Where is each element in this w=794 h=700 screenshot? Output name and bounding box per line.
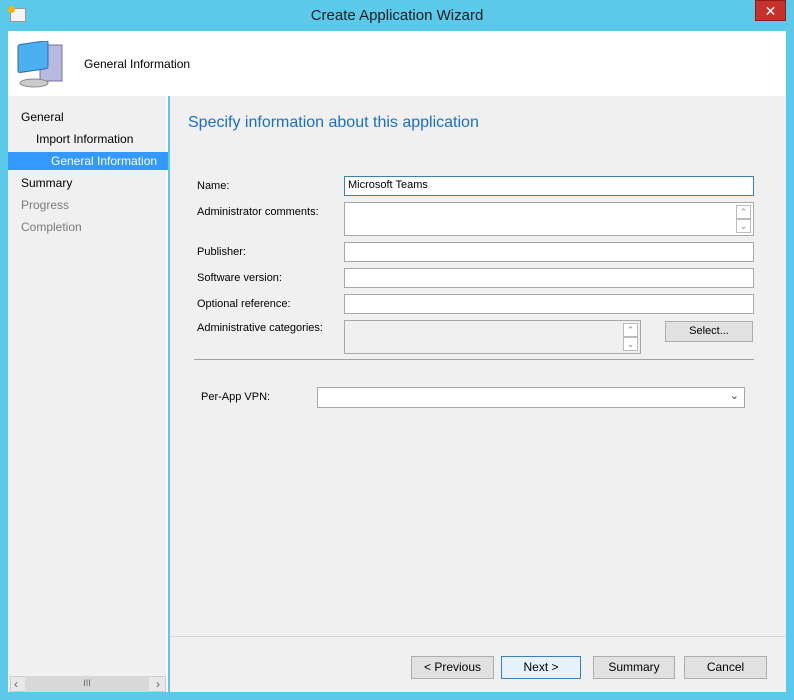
page-heading: Specify information about this applicati…	[188, 114, 479, 131]
per-app-vpn-label: Per-App VPN:	[201, 391, 271, 403]
computer-icon	[17, 41, 63, 88]
admin-categories-list: ⌃ ⌄	[344, 320, 641, 354]
publisher-input[interactable]	[344, 242, 754, 262]
scroll-left-icon[interactable]: ‹	[14, 677, 18, 691]
summary-button[interactable]: Summary	[593, 656, 675, 679]
name-input[interactable]: Microsoft Teams	[344, 176, 754, 196]
step-import-information[interactable]: Import Information	[8, 130, 168, 148]
scroll-up-icon[interactable]: ⌃	[736, 205, 751, 219]
previous-button[interactable]: < Previous	[411, 656, 494, 679]
header-title: General Information	[84, 57, 191, 71]
wizard-header: General Information	[8, 31, 786, 96]
cancel-button[interactable]: Cancel	[684, 656, 767, 679]
scroll-thumb[interactable]: III	[25, 676, 149, 692]
admin-categories-label: Administrative categories:	[197, 322, 323, 334]
title-bar: Create Application Wizard ✕	[0, 0, 794, 31]
chevron-down-icon[interactable]: ⌄	[730, 389, 739, 402]
optional-reference-label: Optional reference:	[197, 298, 291, 310]
horizontal-scrollbar[interactable]: ‹ III ›	[10, 676, 166, 692]
admin-comments-input[interactable]: ⌃ ⌄	[344, 202, 754, 236]
name-label: Name:	[197, 180, 230, 192]
window-title: Create Application Wizard	[310, 7, 484, 24]
footer-divider	[170, 636, 786, 637]
close-button[interactable]: ✕	[755, 0, 786, 21]
publisher-label: Publisher:	[197, 246, 246, 258]
software-version-label: Software version:	[197, 272, 282, 284]
step-progress: Progress	[21, 198, 70, 212]
step-general[interactable]: General	[8, 108, 168, 126]
scroll-up-icon[interactable]: ⌃	[623, 323, 638, 337]
scroll-right-icon[interactable]: ›	[156, 677, 160, 691]
select-button[interactable]: Select...	[665, 321, 753, 342]
per-app-vpn-dropdown[interactable]: ⌄	[317, 387, 745, 408]
admin-comments-label: Administrator comments:	[197, 206, 319, 218]
divider	[194, 359, 754, 360]
optional-reference-input[interactable]	[344, 294, 754, 314]
step-general-information[interactable]: General Information	[8, 152, 168, 170]
scroll-down-icon[interactable]: ⌄	[736, 219, 751, 233]
wizard-steps-sidebar: General Import Information General Infor…	[8, 96, 168, 692]
next-button[interactable]: Next >	[501, 656, 581, 679]
scroll-down-icon[interactable]: ⌄	[623, 337, 638, 351]
step-summary[interactable]: Summary	[8, 174, 168, 192]
software-version-input[interactable]	[344, 268, 754, 288]
wizard-content: Specify information about this applicati…	[170, 96, 786, 692]
step-completion: Completion	[21, 220, 82, 234]
